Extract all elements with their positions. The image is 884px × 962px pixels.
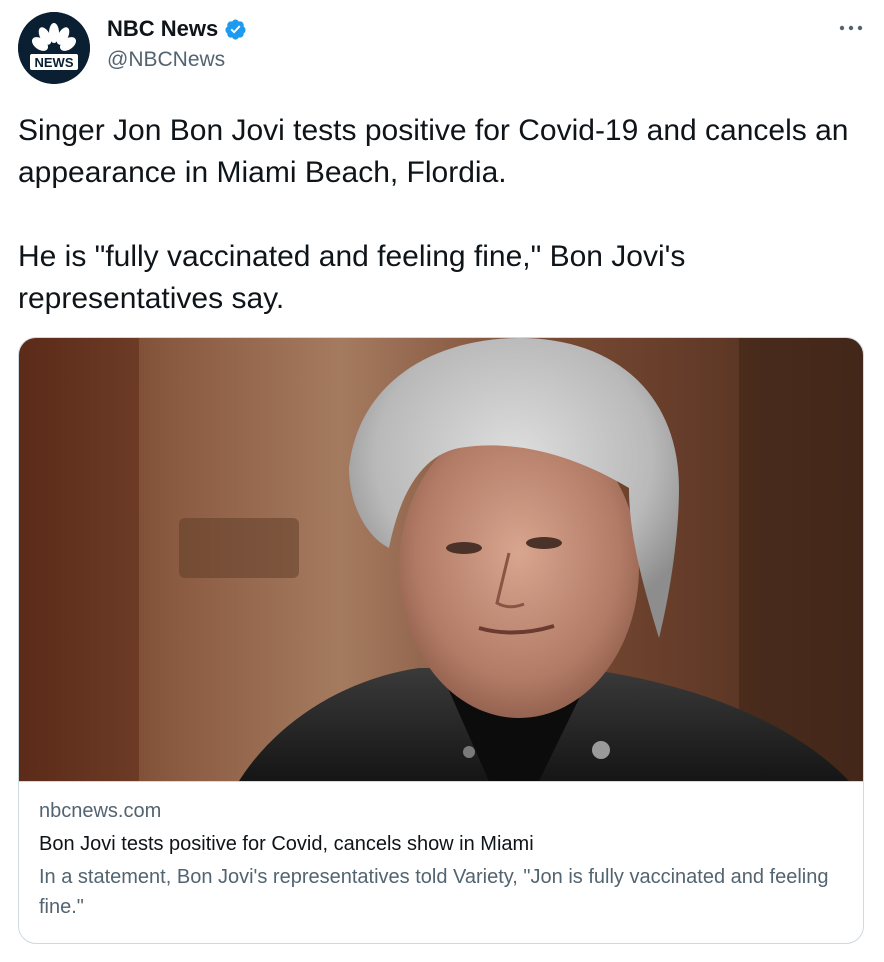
link-card[interactable]: nbcnews.com Bon Jovi tests positive for … (18, 337, 864, 944)
tweet-text: Singer Jon Bon Jovi tests positive for C… (18, 114, 849, 315)
handle[interactable]: @NBCNews (107, 48, 225, 72)
nbc-peacock-logo-icon: NEWS (18, 12, 90, 84)
tweet[interactable]: NEWS NBC News @NBCNews Singer Jon Bon Jo… (0, 0, 884, 962)
portrait-photo (19, 338, 863, 781)
more-options-icon[interactable] (836, 18, 866, 38)
link-card-image[interactable] (19, 338, 863, 781)
link-card-title: Bon Jovi tests positive for Covid, cance… (39, 833, 534, 855)
link-card-domain: nbcnews.com (39, 800, 162, 822)
name-row: NBC News (107, 16, 247, 42)
link-card-description: In a statement, Bon Jovi's representativ… (39, 866, 829, 918)
avatar-label: NEWS (35, 55, 74, 70)
display-name[interactable]: NBC News (107, 16, 218, 42)
verified-badge-icon (224, 18, 247, 41)
link-card-info[interactable]: nbcnews.com Bon Jovi tests positive for … (19, 781, 863, 943)
avatar[interactable]: NEWS (18, 12, 90, 84)
